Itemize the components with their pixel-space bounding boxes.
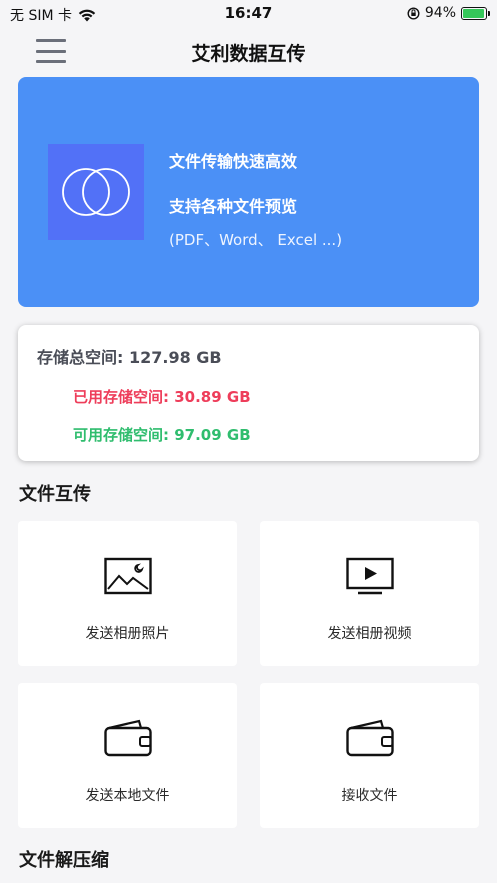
storage-free: 可用存储空间: 97.09 GB (73, 426, 251, 444)
battery-level-fill (463, 8, 484, 18)
send-videos-tile[interactable]: 发送相册视频 (260, 521, 479, 666)
status-bar: 无 SIM 卡 16:47 94% (0, 0, 497, 28)
interlocking-circles-icon (62, 168, 130, 216)
storage-used: 已用存储空间: 30.89 GB (73, 388, 251, 406)
receive-files-tile[interactable]: 接收文件 (260, 683, 479, 828)
orientation-lock-icon (407, 6, 420, 20)
banner-formats: (PDF、Word、 Excel ...) (169, 231, 343, 249)
banner-headline: 文件传输快速高效 (169, 152, 298, 171)
app-logo (48, 144, 144, 240)
nav-bar: 艾利数据互传 (0, 28, 497, 74)
battery-percent: 94% (424, 5, 456, 21)
banner-subheadline: 支持各种文件预览 (169, 197, 298, 216)
battery-charging-icon (461, 6, 490, 20)
wallet-folder-icon (346, 719, 394, 757)
storage-total: 存储总空间: 127.98 GB (37, 348, 222, 367)
page-title: 艾利数据互传 (191, 43, 306, 65)
section-title-transfer: 文件互传 (19, 484, 91, 505)
send-local-files-tile[interactable]: 发送本地文件 (18, 683, 237, 828)
status-right-group: 94% (407, 5, 490, 21)
video-play-icon (346, 557, 394, 595)
photo-icon (104, 557, 152, 595)
storage-card: 存储总空间: 127.98 GB 已用存储空间: 30.89 GB 可用存储空间… (18, 325, 479, 461)
send-photos-tile[interactable]: 发送相册照片 (18, 521, 237, 666)
tile-label: 发送本地文件 (85, 788, 170, 804)
tile-label: 接收文件 (341, 788, 398, 804)
wallet-folder-icon (104, 719, 152, 757)
section-title-unzip: 文件解压缩 (19, 850, 109, 871)
promo-banner: 文件传输快速高效 支持各种文件预览 (PDF、Word、 Excel ...) (18, 77, 479, 307)
banner-text: 文件传输快速高效 支持各种文件预览 (PDF、Word、 Excel ...) (169, 148, 342, 250)
tile-label: 发送相册照片 (85, 626, 170, 642)
tile-label: 发送相册视频 (327, 626, 412, 642)
